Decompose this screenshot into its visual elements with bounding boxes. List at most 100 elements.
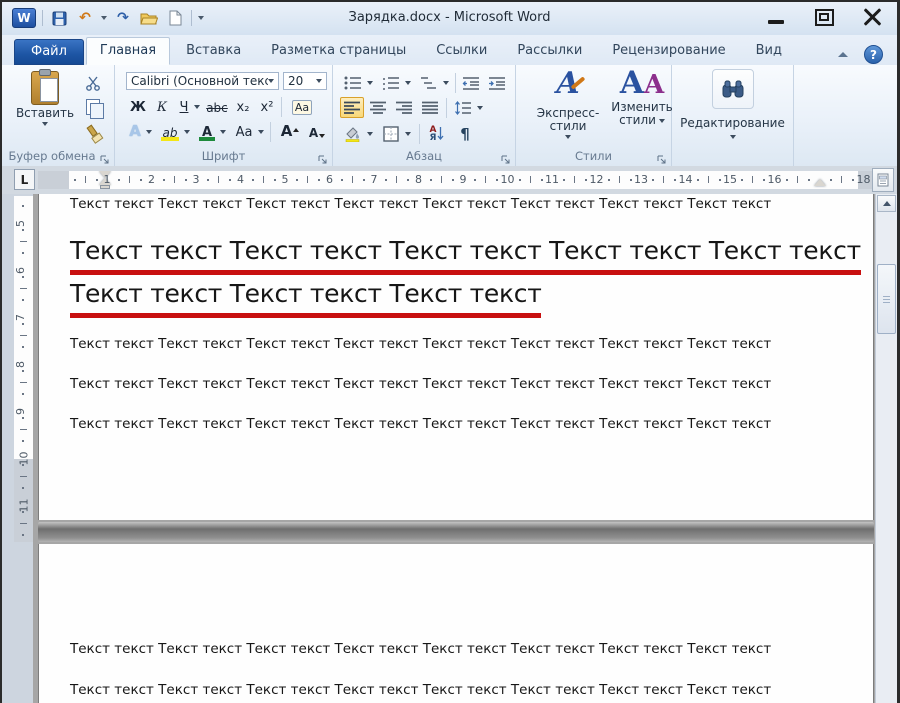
strikethrough-button[interactable]: abc [204,97,230,117]
tab-Разметка страницы[interactable]: Разметка страницы [257,37,420,65]
minimize-ribbon-icon[interactable] [838,52,848,57]
ruler-tick [118,179,121,181]
h-ruler-number: 16 [767,173,782,186]
font-dialog-launcher-icon[interactable] [317,151,329,164]
shrink-font-button[interactable]: А [305,122,329,142]
document-area[interactable]: Текст текст Текст текст Текст текст Текс… [33,194,876,703]
align-center-button[interactable] [366,97,390,118]
ruler-tick [362,179,365,181]
tab-Рассылки[interactable]: Рассылки [503,37,596,65]
v-ruler-number: 9 [14,408,27,415]
paste-dropdown-icon[interactable] [42,122,48,126]
ruler-tick [22,299,24,302]
close-button[interactable] [855,4,889,30]
subscript-button[interactable]: x₂ [232,97,254,117]
change-styles-button[interactable]: AA Изменить стили [611,68,673,127]
ruler-tick [807,179,810,181]
tab-selector[interactable]: L [14,169,35,190]
text-line[interactable]: Текст текст Текст текст Текст текст Текс… [70,681,874,700]
grow-font-button[interactable]: А [277,122,303,142]
quick-styles-button[interactable]: A Экспресс-стили [522,69,614,139]
tab-Вид[interactable]: Вид [742,37,796,65]
font-color-dropdown-icon[interactable] [218,122,228,142]
sort-button[interactable]: А Я [425,123,449,144]
copy-button[interactable] [82,97,104,119]
view-ruler-toggle-button[interactable] [872,168,894,192]
editing-dropdown-icon[interactable] [730,135,736,139]
justify-button[interactable] [418,97,442,118]
show-paragraph-marks-button[interactable]: ¶ [453,123,477,144]
text-effects-button[interactable]: А [126,122,144,142]
underline-dropdown-icon[interactable] [192,97,202,117]
highlight-dropdown-icon[interactable] [182,122,192,142]
bullets-button[interactable] [341,72,365,93]
paragraph-dialog-launcher-icon[interactable] [500,151,512,164]
tab-Главная[interactable]: Главная [85,37,171,65]
v-ruler-number: 11 [17,498,31,513]
increase-indent-button[interactable] [485,72,509,93]
ruler-tick [129,176,131,183]
text-line[interactable]: Текст текст Текст текст Текст текст Текс… [70,235,874,275]
line-spacing-button[interactable] [451,97,475,118]
decrease-indent-button[interactable] [459,72,483,93]
bullets-dropdown-icon[interactable] [365,72,375,93]
tab-file[interactable]: Файл [14,39,84,65]
shading-button[interactable] [341,123,365,144]
align-left-button[interactable] [340,97,364,118]
borders-button[interactable] [379,123,403,144]
page-2[interactable]: Текст текст Текст текст Текст текст Текс… [38,544,874,703]
change-case-dropdown-icon[interactable] [256,122,266,142]
find-button[interactable] [712,69,754,109]
multilevel-list-button[interactable] [417,72,441,93]
multilevel-dropdown-icon[interactable] [441,72,451,93]
tab-Рецензирование[interactable]: Рецензирование [598,37,739,65]
styles-dialog-launcher-icon[interactable] [656,151,668,164]
ruler-tick [22,416,24,419]
borders-dropdown-icon[interactable] [403,123,413,144]
font-family-combo[interactable]: Calibri (Основной текс [126,72,279,90]
numbering-button[interactable] [379,72,403,93]
underline-button[interactable]: Ч [176,97,192,117]
bold-button[interactable]: Ж [128,97,148,117]
horizontal-ruler[interactable]: 1 2 3 4 5 6 7 8 9 10 11 12 13 14 15 16 18 [38,171,874,189]
cut-button[interactable] [82,73,104,93]
scroll-up-button[interactable] [877,195,896,212]
tab-Ссылки[interactable]: Ссылки [422,37,501,65]
scrollbar-thumb[interactable] [877,264,896,334]
text-line[interactable]: Текст текст Текст текст Текст текст Текс… [70,415,874,434]
vertical-ruler[interactable]: 5 6 7 8 9 10 11 [14,196,33,542]
change-case-button[interactable]: Аа [232,122,256,142]
right-indent-marker[interactable] [814,179,826,186]
pilcrow-icon: ¶ [460,124,470,143]
clear-formatting-button[interactable]: Aa [287,97,317,117]
tab-Вставка[interactable]: Вставка [172,37,255,65]
ruler-tick [73,179,76,181]
restore-button[interactable] [807,4,841,30]
text-effects-dropdown-icon[interactable] [144,122,154,142]
highlight-button[interactable]: ab [158,122,182,142]
clipboard-dialog-launcher-icon[interactable] [99,151,111,164]
help-icon[interactable]: ? [864,45,883,64]
line-spacing-dropdown-icon[interactable] [475,97,485,118]
format-painter-button[interactable] [82,122,104,144]
group-label-styles: Стили [574,149,613,163]
ruler-tick [22,369,24,372]
vertical-scrollbar[interactable] [875,194,897,703]
text-line[interactable]: Текст текст Текст текст Текст текст Текс… [70,375,874,394]
text-line[interactable]: Текст текст Текст текст Текст текст Текс… [70,195,874,214]
h-ruler-number: 14 [678,173,693,186]
font-color-button[interactable]: А [196,122,218,142]
font-size-combo[interactable]: 20 [283,72,327,90]
text-line[interactable]: Текст текст Текст текст Текст текст [70,278,874,318]
quick-styles-dropdown-icon[interactable] [565,135,571,139]
align-right-button[interactable] [392,97,416,118]
text-line[interactable]: Текст текст Текст текст Текст текст Текс… [70,335,874,354]
italic-button[interactable]: К [152,97,172,117]
page-1[interactable]: Текст текст Текст текст Текст текст Текс… [38,194,874,520]
shading-dropdown-icon[interactable] [365,123,375,144]
superscript-button[interactable]: x² [256,97,278,117]
paste-button[interactable]: Вставить [16,69,74,126]
text-line[interactable]: Текст текст Текст текст Текст текст Текс… [70,640,874,659]
numbering-dropdown-icon[interactable] [403,72,413,93]
minimize-button[interactable] [759,4,793,30]
